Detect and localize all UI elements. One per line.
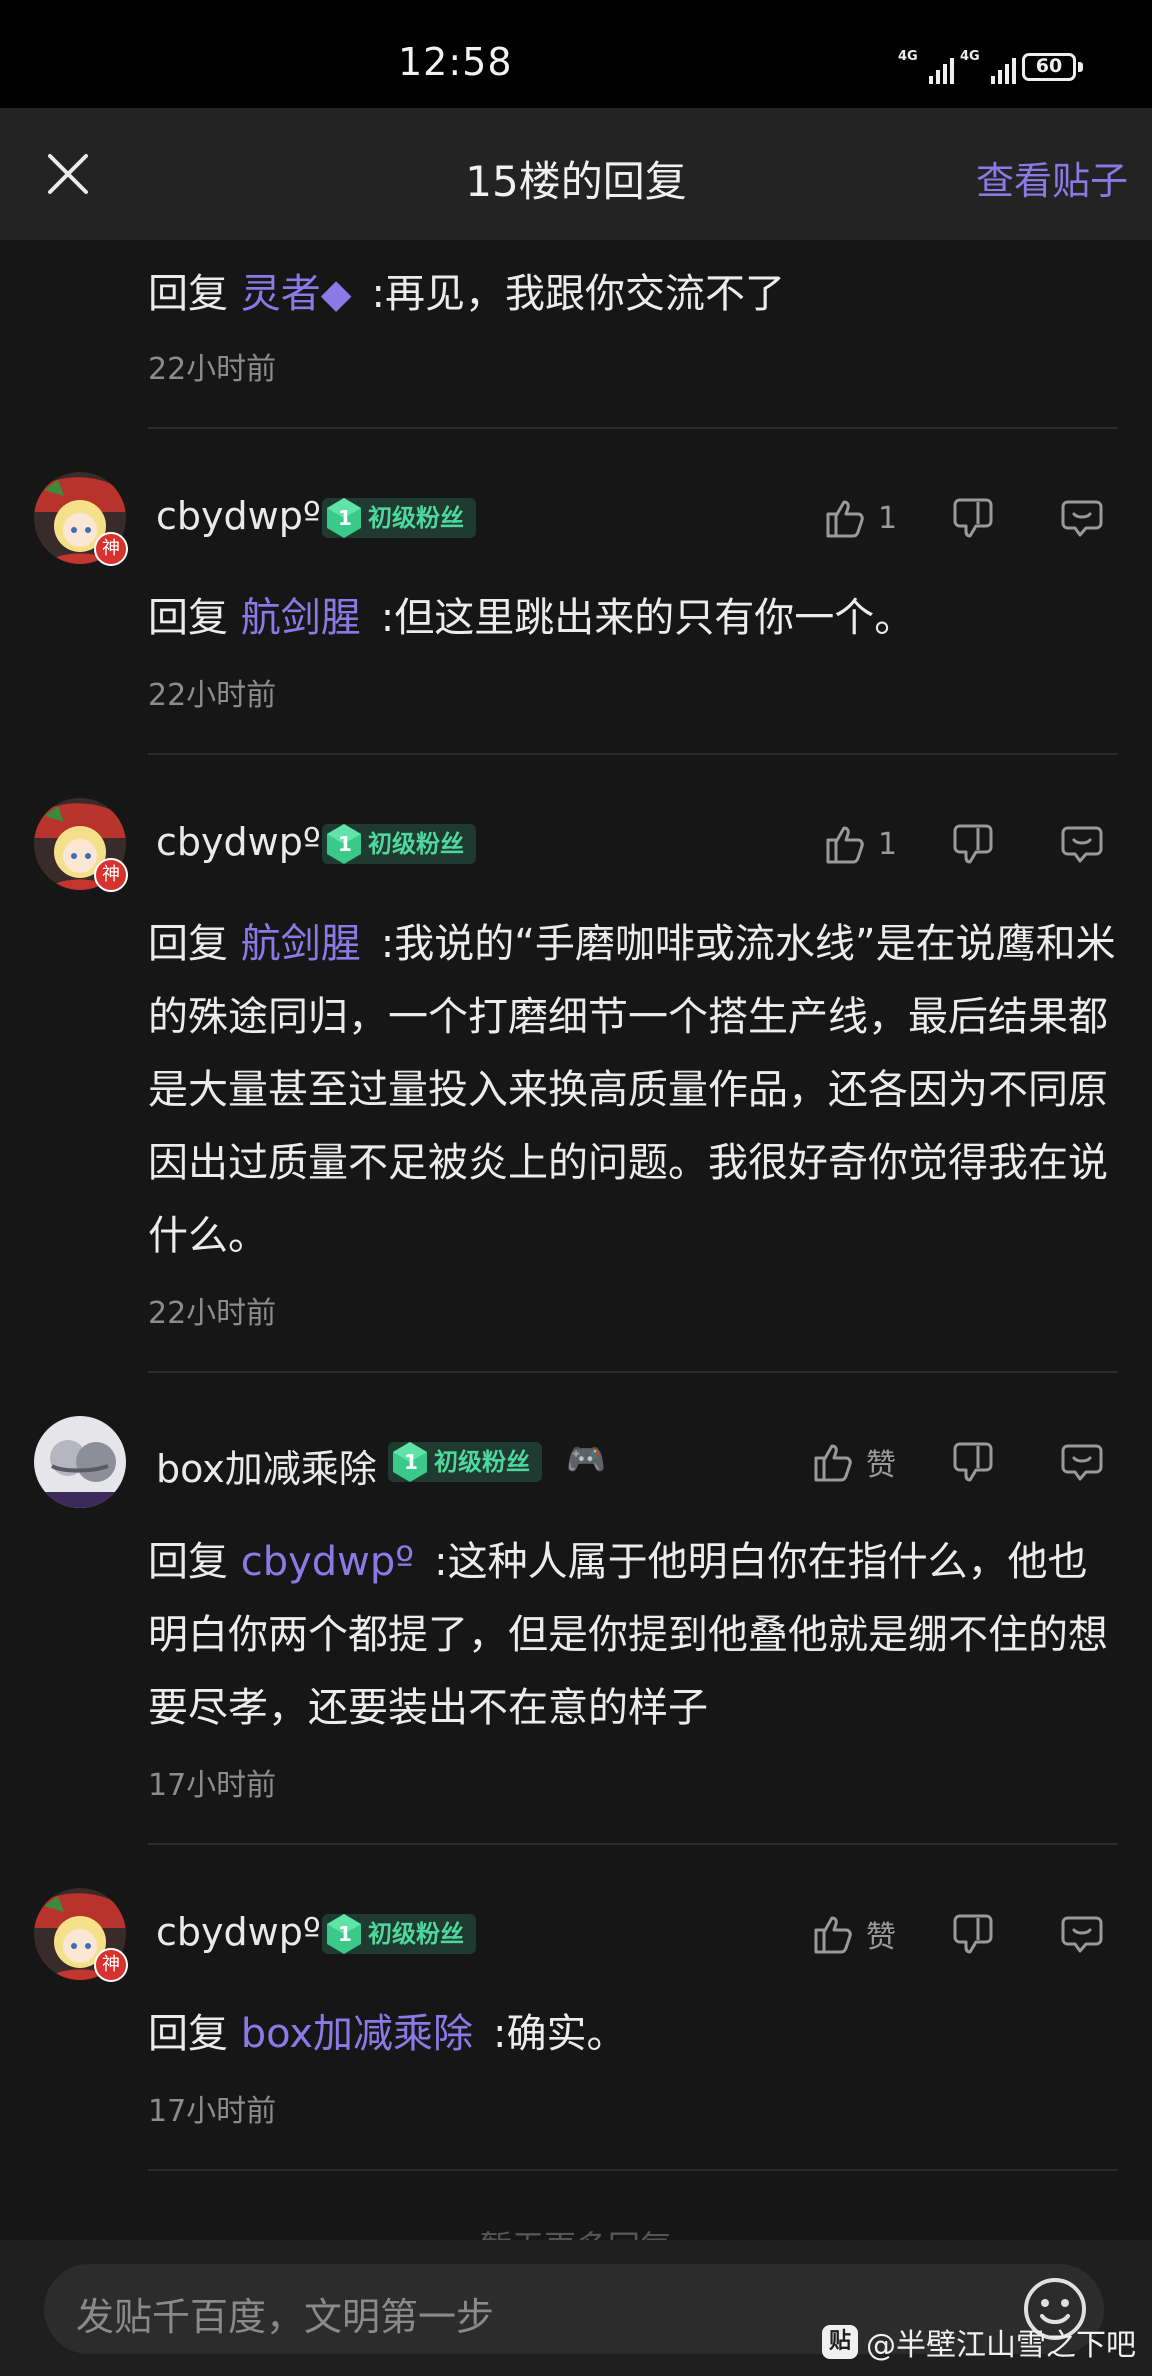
timestamp: 17小时前: [148, 2094, 277, 2129]
reply-to-user[interactable]: 航剑腥: [241, 595, 361, 641]
thumbs-down-icon: [950, 820, 998, 868]
reply-body: 回复 box加减乘除 :确实。: [148, 1998, 1118, 2071]
like-count: 1: [878, 826, 898, 862]
gamepad-icon: 🎮: [566, 1440, 606, 1478]
divider: [148, 1843, 1118, 1845]
dislike-button[interactable]: [950, 816, 998, 872]
fan-badge: 1 初级粉丝: [388, 1442, 542, 1482]
reply-prefix: 回复: [148, 921, 228, 967]
reply-input-placeholder: 发贴千百度，文明第一步: [76, 2295, 495, 2339]
badge-label: 初级粉丝: [368, 504, 464, 532]
comment-icon: [1058, 1438, 1106, 1486]
badge-level: 1: [338, 506, 352, 530]
signal-label: 4G: [960, 49, 980, 64]
like-button[interactable]: 1: [820, 490, 897, 546]
tieba-logo: 贴: [822, 2325, 858, 2359]
comment-button[interactable]: [1058, 490, 1106, 546]
reply-prefix: 回复: [148, 1539, 228, 1585]
username[interactable]: box加减乘除: [156, 1438, 377, 1493]
badge-level: 1: [338, 1922, 352, 1946]
signal-label: 4G: [898, 49, 918, 64]
signal-icon: 4G: [898, 50, 954, 84]
dislike-button[interactable]: [950, 1906, 998, 1962]
like-button[interactable]: 赞: [808, 1434, 896, 1490]
like-label: 赞: [866, 1920, 896, 1955]
reply-body: 回复 cbydwpº:这种人属于他明白你在指什么，他也明白你两个都提了，但是你提…: [148, 1526, 1118, 1745]
reply-body: 回复 航剑腥:我说的“手磨咖啡或流水线”是在说鹰和米的殊途同归，一个打磨细节一个…: [148, 908, 1118, 1273]
like-button[interactable]: 赞: [808, 1906, 896, 1962]
fan-badge: 1 初级粉丝: [322, 824, 476, 864]
dislike-button[interactable]: [950, 1434, 998, 1490]
watermark-text: @半壁江山雪之下吧: [866, 2328, 1136, 2363]
god-badge: 神: [94, 1948, 128, 1982]
divider: [148, 2169, 1118, 2171]
username[interactable]: cbydwpº: [156, 820, 321, 864]
comment-icon: [1058, 820, 1106, 868]
reply-content: :但这里跳出来的只有你一个。: [380, 595, 915, 641]
username[interactable]: cbydwpº: [156, 494, 321, 538]
reply-content: :确实。: [493, 2011, 627, 2057]
thumbs-up-icon: [808, 1910, 856, 1958]
timestamp: 22小时前: [148, 678, 277, 713]
reply-content: :再见，我跟你交流不了: [371, 271, 785, 317]
like-button[interactable]: 1: [820, 816, 897, 872]
timestamp: 22小时前: [148, 1296, 277, 1331]
thumbs-down-icon: [950, 1438, 998, 1486]
view-post-link[interactable]: 查看贴子: [976, 150, 1128, 205]
divider: [148, 1371, 1118, 1373]
watermark: 贴 @半壁江山雪之下吧: [822, 2320, 1136, 2364]
reply-to-user[interactable]: 灵者◆: [241, 271, 352, 317]
reply-prefix: 回复: [148, 2011, 228, 2057]
badge-label: 初级粉丝: [434, 1448, 530, 1476]
reply-body: 回复 灵者◆ :再见，我跟你交流不了: [148, 258, 1118, 331]
header: 15楼的回复 查看贴子: [0, 108, 1152, 240]
username[interactable]: cbydwpº: [156, 1910, 321, 1954]
fan-badge: 1 初级粉丝: [322, 498, 476, 538]
reply-prefix: 回复: [148, 595, 228, 641]
comment-button[interactable]: [1058, 816, 1106, 872]
avatar[interactable]: [34, 1416, 126, 1508]
battery-level: 60: [1035, 55, 1063, 77]
reply-content: :我说的“手磨咖啡或流水线”是在说鹰和米的殊途同归，一个打磨细节一个搭生产线，最…: [148, 921, 1116, 1259]
badge-label: 初级粉丝: [368, 1920, 464, 1948]
status-time: 12:58: [398, 40, 513, 84]
badge-level: 1: [404, 1450, 418, 1474]
status-bar: 12:58 4G 4G 60: [0, 0, 1152, 108]
bottom-bar: 发贴千百度，文明第一步 贴 @半壁江山雪之下吧: [0, 2240, 1152, 2376]
timestamp: 17小时前: [148, 1768, 277, 1803]
thumbs-up-icon: [808, 1438, 856, 1486]
timestamp: 22小时前: [148, 352, 277, 387]
god-badge: 神: [94, 532, 128, 566]
comment-button[interactable]: [1058, 1906, 1106, 1962]
thumbs-down-icon: [950, 1910, 998, 1958]
badge-level: 1: [338, 832, 352, 856]
fan-badge: 1 初级粉丝: [322, 1914, 476, 1954]
comment-icon: [1058, 1910, 1106, 1958]
dislike-button[interactable]: [950, 490, 998, 546]
reply-to-user[interactable]: cbydwpº: [241, 1539, 414, 1585]
god-badge: 神: [94, 858, 128, 892]
thumbs-up-icon: [820, 820, 868, 868]
reply-to-user[interactable]: 航剑腥: [241, 921, 361, 967]
comment-button[interactable]: [1058, 1434, 1106, 1490]
battery-tip: [1078, 62, 1083, 72]
divider: [148, 753, 1118, 755]
battery-icon: 60: [1022, 53, 1076, 81]
badge-label: 初级粉丝: [368, 830, 464, 858]
like-label: 赞: [866, 1448, 896, 1483]
signal-icon: 4G: [960, 50, 1016, 84]
reply-to-user[interactable]: box加减乘除: [241, 2011, 473, 2057]
like-count: 1: [878, 500, 898, 536]
divider: [148, 427, 1118, 429]
thumbs-up-icon: [820, 494, 868, 542]
reply-body: 回复 航剑腥 :但这里跳出来的只有你一个。: [148, 582, 1118, 655]
reply-prefix: 回复: [148, 271, 228, 317]
thumbs-down-icon: [950, 494, 998, 542]
comment-icon: [1058, 494, 1106, 542]
